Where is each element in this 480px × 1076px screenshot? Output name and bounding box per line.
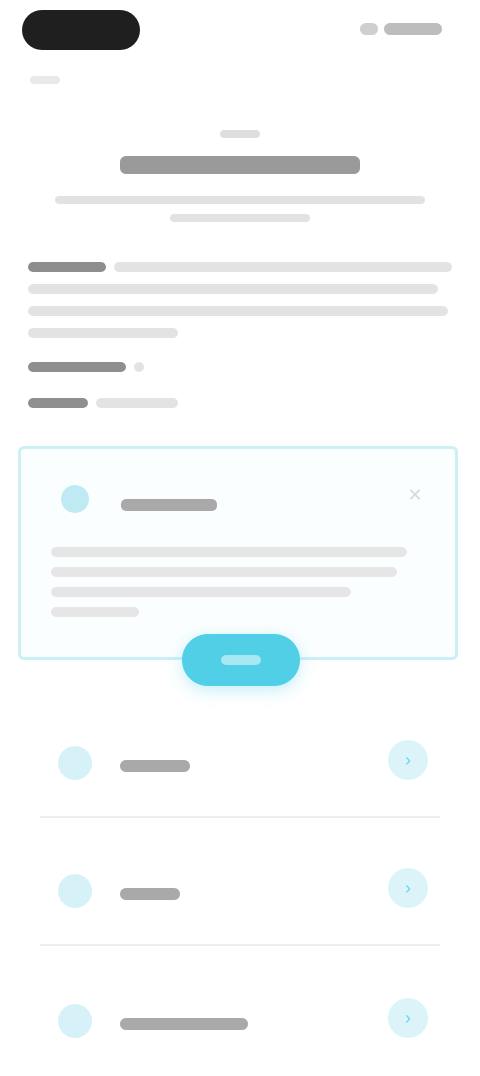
circle-icon [58, 746, 92, 780]
page-header [0, 130, 480, 222]
chevron-right-icon[interactable]: › [388, 740, 428, 780]
description-lead [28, 262, 106, 272]
status-bar [0, 0, 480, 70]
close-icon[interactable]: ✕ [405, 485, 425, 505]
circle-icon [58, 874, 92, 908]
battery-icon [384, 23, 442, 35]
meta-row [28, 398, 328, 408]
list-item[interactable]: › [30, 846, 450, 946]
meta-value [134, 362, 144, 372]
list-item[interactable]: › [30, 718, 450, 818]
list-item-label [120, 1018, 248, 1030]
chevron-right-icon[interactable]: › [388, 868, 428, 908]
primary-action-label [221, 655, 261, 665]
info-icon [61, 485, 89, 513]
meta-key [28, 398, 88, 408]
info-card-body-line [51, 587, 351, 597]
page-kicker [220, 130, 260, 138]
meta-key [28, 362, 126, 372]
list-item-label [120, 760, 190, 772]
signal-icon [360, 23, 378, 35]
status-icons [360, 20, 450, 38]
circle-icon [58, 1004, 92, 1038]
meta-row [28, 362, 328, 372]
description-line [28, 262, 452, 272]
list-item[interactable]: › [30, 976, 450, 1076]
list-item-label [120, 888, 180, 900]
divider [40, 944, 440, 946]
info-card-body [51, 547, 407, 557]
page-title [120, 156, 360, 174]
chevron-right-icon[interactable]: › [388, 998, 428, 1038]
page-subtitle [55, 196, 425, 204]
info-card-body-line [51, 607, 139, 617]
description-line [28, 306, 448, 316]
info-card-body-line [51, 567, 397, 577]
description-block [28, 262, 452, 350]
description-text [114, 262, 452, 272]
info-card-title [121, 499, 217, 511]
description-line [28, 284, 438, 294]
time-pill [22, 10, 140, 50]
primary-action-button[interactable] [182, 634, 300, 686]
back-link[interactable] [30, 76, 60, 84]
meta-value [96, 398, 178, 408]
description-line [28, 328, 178, 338]
divider [40, 816, 440, 818]
page-subtitle-line2 [170, 214, 310, 222]
info-card: ✕ [18, 446, 458, 660]
